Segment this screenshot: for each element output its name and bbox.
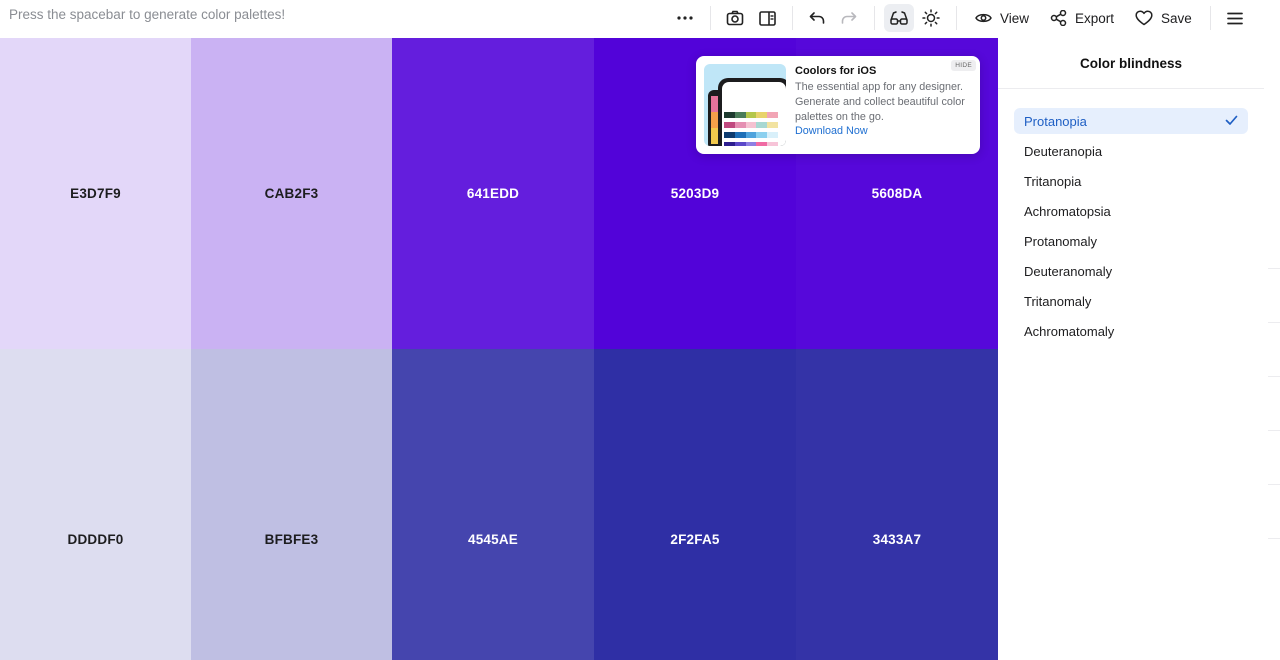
- checkmark-icon: [1225, 114, 1238, 129]
- toolbar-divider: [874, 6, 875, 30]
- more-icon[interactable]: [672, 4, 698, 32]
- top-toolbar: Press the spacebar to generate color pal…: [0, 0, 1280, 38]
- export-label: Export: [1075, 10, 1115, 26]
- hex-label[interactable]: 2F2FA5: [670, 532, 719, 547]
- eye-icon: [975, 12, 992, 24]
- option-label: Tritanomaly: [1024, 293, 1092, 309]
- option-protanomaly[interactable]: Protanomaly: [1014, 228, 1248, 254]
- option-label: Protanomaly: [1024, 233, 1097, 249]
- color-swatch[interactable]: DDDDF0: [0, 349, 191, 660]
- save-label: Save: [1161, 10, 1192, 26]
- option-deuteranopia[interactable]: Deuteranopia: [1014, 138, 1248, 164]
- ios-app-ad[interactable]: Coolors for iOS The essential app for an…: [696, 56, 980, 154]
- sun-icon[interactable]: [918, 4, 944, 32]
- share-icon: [1050, 10, 1067, 26]
- option-achromatomaly[interactable]: Achromatomaly: [1014, 318, 1248, 344]
- color-swatch[interactable]: E3D7F9: [0, 38, 191, 349]
- color-swatch[interactable]: 641EDD: [392, 38, 594, 349]
- toolbar-divider: [956, 6, 957, 30]
- ad-title: Coolors for iOS: [795, 65, 877, 77]
- divider: [1268, 322, 1280, 323]
- hex-label[interactable]: 3433A7: [873, 532, 922, 547]
- heart-icon: [1135, 10, 1153, 26]
- panel-title: Color blindness: [998, 38, 1264, 89]
- option-deuteranomaly[interactable]: Deuteranomaly: [1014, 258, 1248, 284]
- option-achromatopsia[interactable]: Achromatopsia: [1014, 198, 1248, 224]
- option-protanopia[interactable]: Protanopia: [1014, 108, 1248, 134]
- view-button[interactable]: View: [975, 4, 1029, 32]
- undo-icon[interactable]: [804, 4, 830, 32]
- hex-label[interactable]: BFBFE3: [265, 532, 319, 547]
- spacebar-hint: Press the spacebar to generate color pal…: [9, 7, 286, 22]
- option-label: Deuteranomaly: [1024, 263, 1113, 279]
- glasses-icon[interactable]: [884, 4, 914, 32]
- camera-icon[interactable]: [722, 4, 748, 32]
- divider: [1268, 376, 1280, 377]
- divider: [1268, 538, 1280, 539]
- palette-row: DDDDF0 BFBFE3 4545AE 2F2FA5 3433A7: [0, 349, 998, 660]
- hex-label[interactable]: 5608DA: [872, 186, 923, 201]
- sidebar-icon[interactable]: [754, 4, 780, 32]
- download-now-link[interactable]: Download Now: [795, 125, 868, 137]
- divider: [1268, 484, 1280, 485]
- toolbar-divider: [1210, 6, 1211, 30]
- hamburger-menu-icon[interactable]: [1222, 4, 1248, 32]
- option-label: Tritanopia: [1024, 173, 1082, 189]
- color-swatch[interactable]: 2F2FA5: [594, 349, 796, 660]
- hex-label[interactable]: DDDDF0: [68, 532, 124, 547]
- hex-label[interactable]: 4545AE: [468, 532, 518, 547]
- option-tritanomaly[interactable]: Tritanomaly: [1014, 288, 1248, 314]
- option-label: Protanopia: [1024, 113, 1087, 129]
- color-swatch[interactable]: BFBFE3: [191, 349, 392, 660]
- color-swatch[interactable]: 3433A7: [796, 349, 998, 660]
- hex-label[interactable]: CAB2F3: [265, 186, 319, 201]
- color-swatch[interactable]: 4545AE: [392, 349, 594, 660]
- hex-label[interactable]: 5203D9: [671, 186, 720, 201]
- option-tritanopia[interactable]: Tritanopia: [1014, 168, 1248, 194]
- option-label: Deuteranopia: [1024, 143, 1103, 159]
- color-blindness-panel: Color blindness Protanopia Deuteranopia …: [998, 38, 1280, 593]
- view-label: View: [1000, 10, 1030, 26]
- app-preview-image: [704, 64, 786, 146]
- hex-label[interactable]: 641EDD: [467, 186, 519, 201]
- ad-description: The essential app for any designer. Gene…: [795, 81, 965, 123]
- divider: [1268, 268, 1280, 269]
- divider: [1268, 430, 1280, 431]
- hex-label[interactable]: E3D7F9: [70, 186, 121, 201]
- option-label: Achromatomaly: [1024, 323, 1115, 339]
- toolbar-divider: [710, 6, 711, 30]
- export-button[interactable]: Export: [1050, 4, 1114, 32]
- toolbar-divider: [792, 6, 793, 30]
- hide-ad-button[interactable]: HIDE: [951, 60, 976, 71]
- redo-icon[interactable]: [836, 4, 862, 32]
- save-button[interactable]: Save: [1135, 4, 1192, 32]
- option-label: Achromatopsia: [1024, 203, 1111, 219]
- color-swatch[interactable]: CAB2F3: [191, 38, 392, 349]
